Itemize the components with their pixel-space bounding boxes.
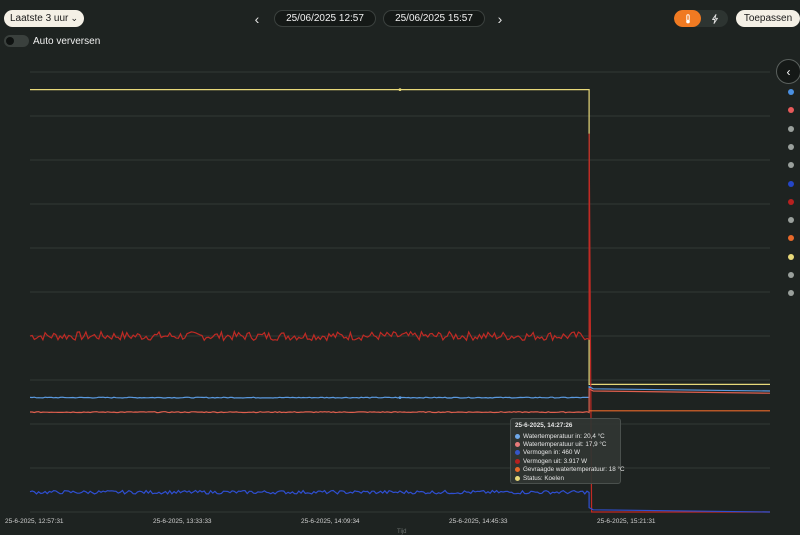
- tooltip-swatch: [515, 475, 520, 481]
- tooltip-swatch: [515, 450, 520, 456]
- apply-button[interactable]: Toepassen: [736, 10, 800, 27]
- range-select-label: Laatste 3 uur: [10, 13, 69, 24]
- series-line: [30, 387, 771, 414]
- tooltip-row-label: Watertemperatuur uit: 17,9 °C: [523, 441, 607, 449]
- toggle-knob: [6, 37, 14, 45]
- tooltip-row-label: Status: Koelen: [523, 474, 564, 482]
- tooltip-row: Vermogen uit: 3.917 W: [515, 457, 616, 465]
- view-toggle: [674, 10, 728, 27]
- x-tick-label: 25-6-2025, 14:45:33: [449, 518, 508, 525]
- lightning-icon: [711, 13, 718, 24]
- tooltip-swatch: [515, 458, 520, 464]
- x-axis-label: Tijd: [397, 529, 407, 535]
- legend-item[interactable]: [788, 89, 794, 95]
- tooltip-rows: Watertemperatuur in: 20,4 °C Watertempera…: [515, 432, 625, 482]
- legend-item[interactable]: [788, 180, 794, 187]
- range-select[interactable]: Laatste 3 uur ⌄: [4, 10, 84, 27]
- tooltip-swatch: [515, 433, 520, 439]
- date-to-field[interactable]: 25/06/2025 15:57: [383, 10, 485, 27]
- chevron-right-icon: ›: [497, 10, 503, 27]
- legend-item[interactable]: [788, 253, 794, 260]
- next-range-button[interactable]: ›: [492, 10, 508, 27]
- x-tick-label: 25-6-2025, 13:33:33: [153, 518, 212, 525]
- hover-marker: [398, 396, 402, 399]
- tooltip-title: 25-6-2025, 14:27:26: [515, 422, 573, 429]
- x-tick-label: 25-6-2025, 12:57:31: [5, 518, 64, 525]
- tooltip-row: Gevraagde watertemperatuur: 18 °C: [515, 466, 625, 474]
- series-line: [30, 89, 770, 385]
- line-chart: [29, 71, 771, 513]
- legend-item[interactable]: [788, 198, 794, 205]
- auto-refresh-toggle[interactable]: [4, 35, 29, 47]
- chevron-left-icon: ‹: [786, 64, 791, 79]
- tooltip-row: Watertemperatuur uit: 17,9 °C: [515, 440, 616, 448]
- legend-item[interactable]: [788, 125, 794, 132]
- series-line: [29, 489, 771, 513]
- tooltip-row-label: Gevraagde watertemperatuur: 18 °C: [523, 466, 625, 474]
- prev-range-button[interactable]: ‹: [249, 10, 265, 27]
- legend-item[interactable]: [788, 143, 794, 150]
- tooltip-row-label: Vermogen in: 460 W: [523, 449, 581, 457]
- x-tick-label: 25-6-2025, 15:21:31: [597, 518, 656, 525]
- chart-tooltip: 25-6-2025, 14:27:26 Watertemperatuur in:…: [510, 418, 625, 484]
- series-line: [29, 133, 770, 513]
- date-from-field[interactable]: 25/06/2025 12:57: [274, 10, 376, 27]
- power-view-button[interactable]: [701, 10, 728, 27]
- collapse-legend-button[interactable]: ‹: [776, 59, 800, 84]
- tooltip-row-label: Vermogen uit: 3.917 W: [523, 457, 588, 465]
- tooltip-swatch: [515, 442, 520, 448]
- hover-marker: [398, 88, 402, 91]
- tooltip-row: Vermogen in: 460 W: [515, 449, 616, 457]
- thermometer-icon: [685, 13, 690, 23]
- temperature-view-button[interactable]: [674, 10, 701, 27]
- chevron-down-icon: ⌄: [70, 13, 78, 23]
- tooltip-row-label: Watertemperatuur in: 20,4 °C: [523, 432, 605, 440]
- tooltip-row: Watertemperatuur in: 20,4 °C: [515, 432, 616, 440]
- x-tick-label: 25-6-2025, 14:09:34: [301, 518, 360, 525]
- auto-refresh-label: Auto verversen: [33, 36, 101, 47]
- chevron-left-icon: ‹: [254, 10, 260, 27]
- tooltip-row: Status: Koelen: [515, 474, 616, 482]
- tooltip-swatch: [515, 467, 520, 473]
- legend-item[interactable]: [788, 272, 794, 278]
